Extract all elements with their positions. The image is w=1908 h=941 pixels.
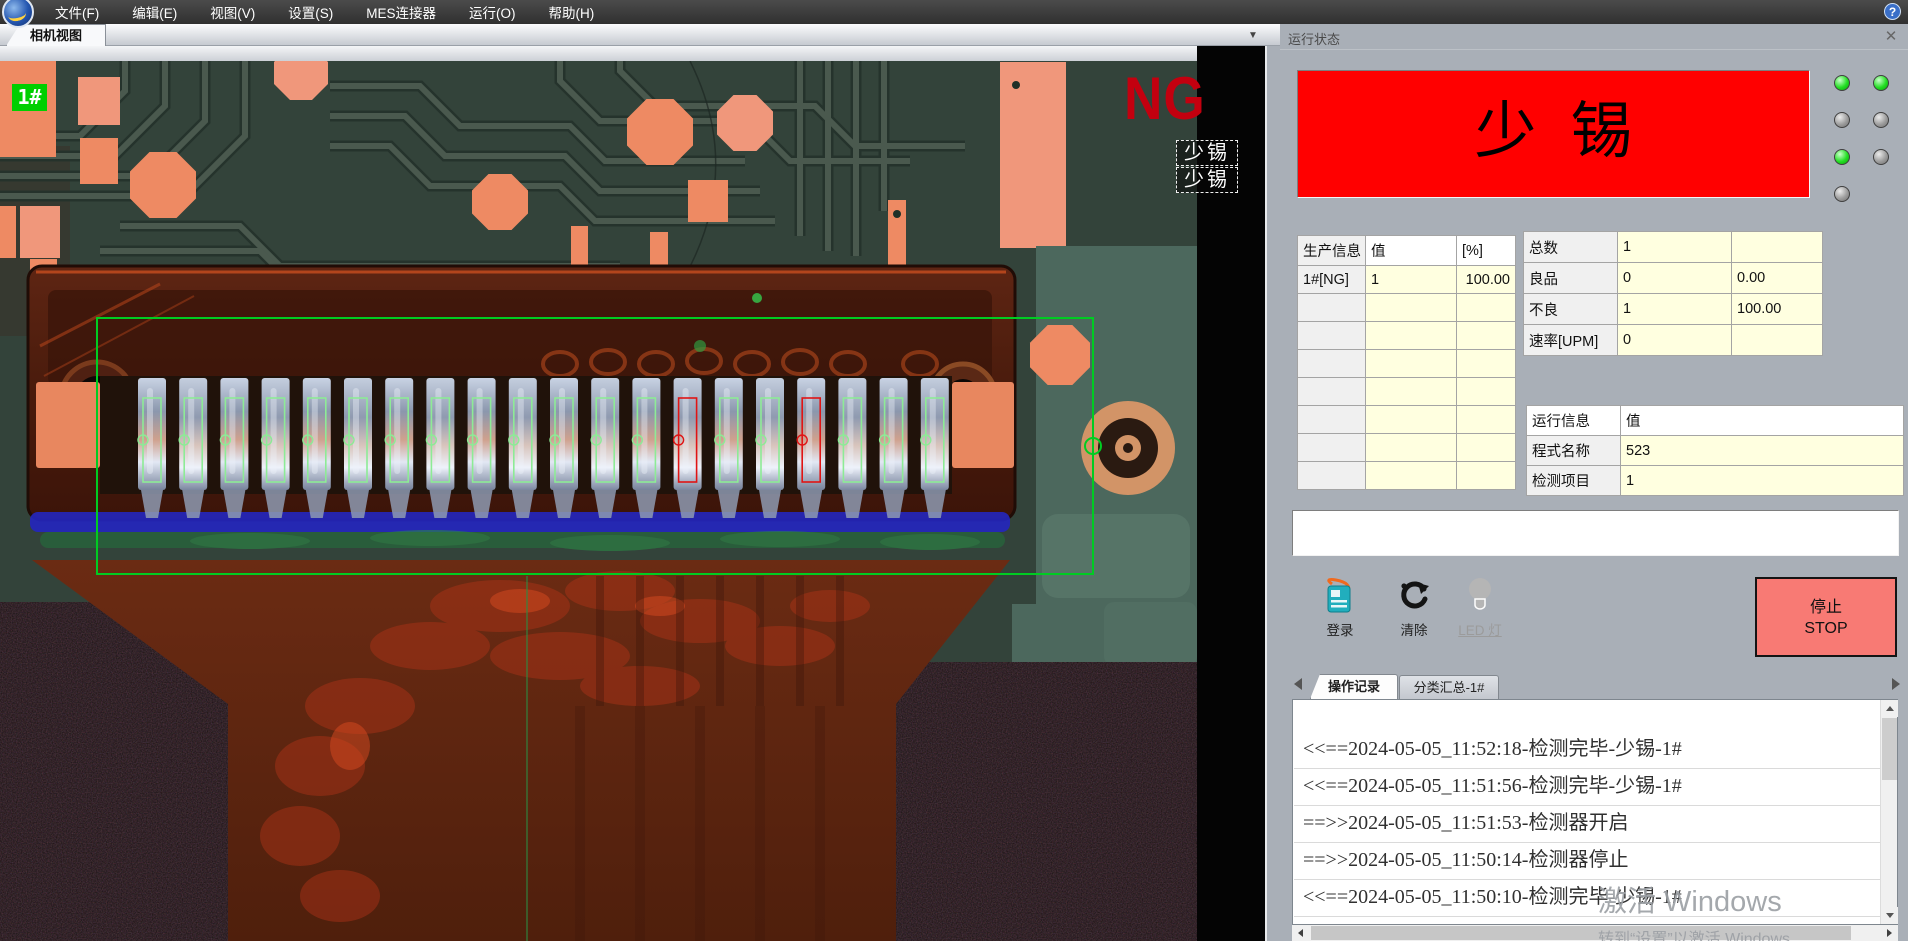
green-band [40, 530, 1005, 551]
log-entry-list: <<==2024-05-05_11:52:18-检测完毕-少锡-1# <<==2… [1294, 700, 1880, 924]
log-entry: ==>>2024-05-05_11:50:14-检测器停止 [1294, 843, 1880, 880]
log-entry: <<==2024-05-05_11:51:56-检测完毕-少锡-1# [1294, 769, 1880, 806]
production-table: 生产信息 值 [%] 1#[NG] 1 100.00 [1297, 235, 1516, 490]
table-header-row: 生产信息 值 [%] [1298, 236, 1516, 266]
pcb-octagon-pad [1030, 325, 1090, 385]
table-row [1298, 462, 1516, 490]
panel-title: 运行状态 [1288, 29, 1340, 48]
menu-edit[interactable]: 编辑(E) [129, 2, 180, 22]
close-icon[interactable]: ✕ [1882, 28, 1900, 46]
table-row [1298, 434, 1516, 462]
horizontal-scrollbar[interactable] [1292, 925, 1898, 941]
operation-log: <<==2024-05-05_11:52:18-检测完毕-少锡-1# <<==2… [1292, 699, 1898, 925]
table-row: 程式名称523 [1527, 436, 1904, 466]
status-led-4 [1873, 112, 1889, 128]
table-row [1298, 322, 1516, 350]
bulb-icon [1448, 575, 1512, 615]
table-header-row: 运行信息 值 [1527, 406, 1904, 436]
message-box [1292, 510, 1899, 556]
app-window: 文件(F) 编辑(E) 视图(V) 设置(S) MES连接器 运行(O) 帮助(… [0, 0, 1908, 941]
menu-view[interactable]: 视图(V) [207, 2, 258, 22]
station-label: 1# [12, 84, 47, 111]
stop-button[interactable]: 停止 STOP [1755, 577, 1897, 657]
result-ng-text: NG [1124, 68, 1206, 128]
scroll-left-icon[interactable] [1292, 925, 1309, 941]
table-row: 1#[NG] 1 100.00 [1298, 266, 1516, 294]
status-led-7 [1834, 186, 1850, 202]
table-row: 总数1 [1524, 232, 1823, 263]
status-led-2 [1873, 75, 1889, 91]
app-logo-icon [2, 0, 34, 28]
tab-operation-log[interactable]: 操作记录 [1310, 674, 1398, 699]
scrollbar-thumb[interactable] [1882, 718, 1897, 780]
scroll-up-icon[interactable] [1881, 700, 1898, 717]
panel-splitter[interactable] [1265, 24, 1280, 941]
table-row: 检测项目1 [1527, 466, 1904, 496]
help-icon[interactable]: ? [1884, 3, 1901, 20]
menu-settings[interactable]: 设置(S) [285, 2, 336, 22]
table-row: 速率[UPM]0 [1524, 325, 1823, 356]
pcb-teal-region [1012, 246, 1197, 666]
status-led-5 [1834, 149, 1850, 165]
log-tab-strip: 操作记录 分类汇总-1# [1280, 672, 1908, 699]
run-status-panel: 运行状态 ✕ 少锡 生产信息 值 [%] 1#[NG] 1 100.00 [1280, 24, 1908, 941]
log-entry: <<==2024-05-05_11:52:18-检测完毕-少锡-1# [1294, 732, 1880, 769]
table-row [1298, 378, 1516, 406]
log-entry: ==>>2024-05-05_11:51:53-检测器开启 [1294, 806, 1880, 843]
menu-run[interactable]: 运行(O) [466, 2, 519, 22]
menu-items: 文件(F) 编辑(E) 视图(V) 设置(S) MES连接器 运行(O) 帮助(… [52, 2, 597, 22]
tab-classification-summary[interactable]: 分类汇总-1# [1399, 675, 1499, 700]
table-row [1298, 350, 1516, 378]
clear-button[interactable]: 清除 [1382, 575, 1446, 647]
table-row: 良品00.00 [1524, 263, 1823, 294]
table-row: 不良1100.00 [1524, 294, 1823, 325]
log-entry: <<==2024-05-05_11:50:10-检测完毕-少锡-1# [1294, 880, 1880, 917]
panel-title-bar: 运行状态 ✕ [1280, 24, 1908, 50]
chevron-down-icon[interactable]: ▼ [1244, 28, 1262, 43]
scroll-right-icon[interactable] [1881, 925, 1898, 941]
menu-bar: 文件(F) 编辑(E) 视图(V) 设置(S) MES连接器 运行(O) 帮助(… [0, 0, 1908, 24]
id-badge-icon [1308, 575, 1372, 615]
menu-mes-connector[interactable]: MES连接器 [363, 2, 439, 22]
circular-arrow-icon [1382, 575, 1446, 615]
camera-tab-bar: 相机视图 ▼ [0, 24, 1280, 46]
tab-scroll-left-icon[interactable] [1294, 678, 1302, 690]
led-light-button[interactable]: LED 灯 [1448, 575, 1512, 647]
login-button[interactable]: 登录 [1308, 575, 1372, 647]
defect-tags: 少锡 少锡 [1176, 140, 1238, 194]
stats-table: 总数1 良品00.00 不良1100.00 速率[UPM]0 [1523, 231, 1823, 356]
defect-tag: 少锡 [1176, 140, 1238, 166]
run-info-table: 运行信息 值 程式名称523 检测项目1 [1526, 405, 1904, 496]
defect-tag: 少锡 [1176, 167, 1238, 193]
camera-view-panel: 1# NG 少锡 少锡 [0, 46, 1265, 941]
status-led-3 [1834, 112, 1850, 128]
menu-file[interactable]: 文件(F) [52, 2, 102, 22]
scroll-down-icon[interactable] [1881, 907, 1898, 924]
tab-scroll-right-icon[interactable] [1892, 678, 1900, 690]
status-led-1 [1834, 75, 1850, 91]
camera-image [0, 46, 1265, 941]
status-led-6 [1873, 149, 1889, 165]
table-row [1298, 406, 1516, 434]
scrollbar-thumb[interactable] [1311, 926, 1851, 940]
alarm-display: 少锡 [1297, 70, 1810, 198]
menu-help[interactable]: 帮助(H) [546, 2, 598, 22]
table-row [1298, 294, 1516, 322]
vertical-scrollbar[interactable] [1880, 700, 1897, 924]
